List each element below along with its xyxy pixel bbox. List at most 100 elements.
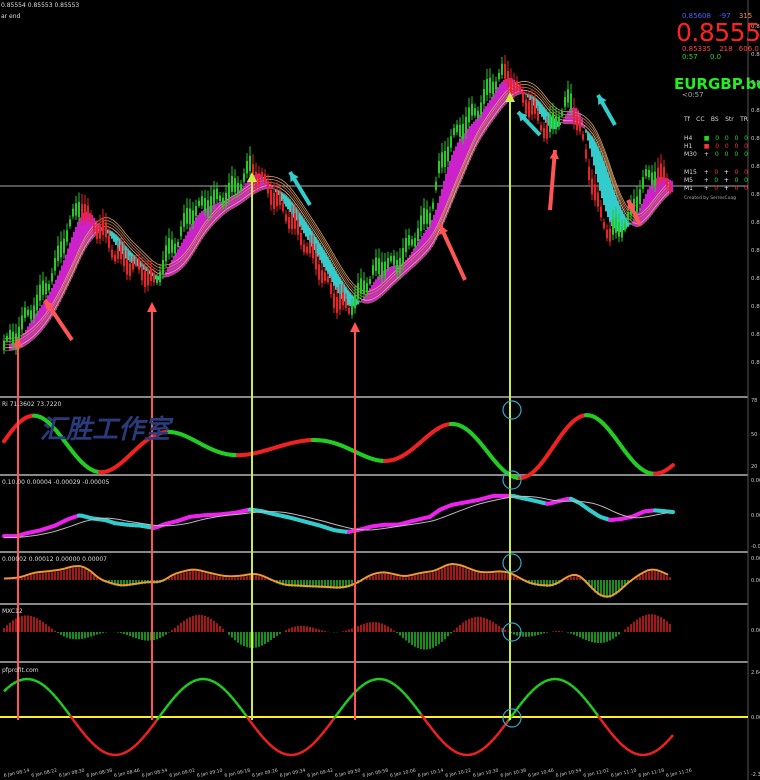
current-price: 0.85553 [676, 18, 760, 47]
profit-line-segment [306, 745, 311, 750]
profit-line-segment [171, 695, 176, 701]
candle-body [546, 124, 548, 139]
time-axis-label: 6 Jan 10:14 [417, 768, 444, 779]
strength-row: M30 +0 0 0 0 [684, 151, 748, 159]
profit-line-segment [519, 700, 524, 706]
candle-body [606, 229, 608, 239]
profit-line-segment [480, 747, 485, 752]
candle-body [240, 183, 242, 191]
candle-body [471, 103, 473, 116]
profit-oscillator [0, 677, 748, 757]
strength-row: M1 +0 +0 0 [684, 185, 748, 193]
candle-body [567, 89, 569, 103]
candle-body [48, 284, 50, 291]
candle-body [528, 101, 530, 118]
candle-body [375, 257, 377, 272]
price-axis-label: 0.8545 [751, 304, 760, 310]
candle-body [507, 71, 509, 87]
candle-body [120, 244, 122, 260]
osc-axis-label: 0.000 [751, 556, 760, 562]
candle-body [354, 294, 356, 309]
buy-arrow-head [549, 150, 560, 160]
time-axis-label: 6 Jan 08:46 [114, 768, 141, 779]
profit-line-segment [129, 746, 134, 751]
profit-line-segment [117, 752, 122, 757]
candle-body [300, 232, 302, 246]
candle-body [357, 283, 359, 299]
profit-line-segment [579, 692, 584, 698]
profit-line-segment [615, 737, 620, 743]
profit-line-segment [252, 724, 257, 730]
candle-body [159, 271, 161, 283]
profit-line-segment [279, 750, 284, 755]
profit-line-segment [42, 683, 47, 689]
profit-line-segment [93, 743, 98, 749]
profit-line-segment [99, 748, 104, 753]
osc-axis-label: 0.00 [751, 715, 760, 721]
candle-body [417, 228, 419, 242]
profit-line-segment [102, 750, 107, 755]
osc3-label: 0.00002 0.00012 0.00000 0.00007 [2, 556, 107, 563]
candle-body [246, 160, 248, 174]
strength-cell: + [703, 169, 709, 176]
strength-row: M5 +0 +0 0 [684, 177, 748, 185]
candle-body [648, 169, 650, 178]
profit-line-segment [162, 707, 167, 713]
profit-line-segment [207, 678, 212, 682]
candle-body [279, 193, 281, 206]
candle-body [645, 169, 647, 177]
profit-line-segment [426, 721, 431, 728]
candle-body [138, 259, 140, 270]
candle-body [333, 293, 335, 308]
profit-line-segment [468, 753, 473, 757]
profit-line-segment [300, 749, 305, 754]
profit-line-segment [87, 737, 92, 743]
candle-body [642, 177, 644, 189]
profit-line-segment [543, 679, 548, 684]
candle-body [399, 257, 401, 274]
profit-line-segment [63, 706, 68, 713]
price-axis-label: 0.8565 [751, 192, 760, 198]
candle-body [30, 310, 32, 320]
candle-body [327, 276, 329, 283]
profit-line-segment [489, 738, 494, 744]
profit-line-segment [573, 686, 578, 692]
time-axis-label: 6 Jan 11:18 [638, 768, 665, 779]
profit-line-segment [453, 749, 458, 754]
candle-body [456, 124, 458, 133]
profit-line-segment [606, 727, 611, 733]
profit-line-segment [411, 701, 416, 708]
candle-body [192, 210, 194, 225]
osc-axis-label: -0.0002 [751, 544, 760, 550]
profit-line-segment [516, 704, 521, 710]
profit-line-segment [180, 686, 185, 692]
candle-body [66, 230, 68, 242]
candle-body [351, 304, 353, 315]
profit-line-segment [528, 690, 533, 696]
profit-line-segment [312, 740, 317, 745]
chart-canvas[interactable]: 汇胜工作室 Ri 71.3602 73.7220 0.10.00 0.00004… [0, 0, 760, 780]
candle-body [405, 237, 407, 253]
profit-line-segment [546, 678, 551, 682]
candle-body [486, 79, 488, 96]
time-axis-label: 6 Jan 09:26 [252, 768, 279, 779]
candle-body [549, 116, 551, 133]
profit-line-segment [105, 751, 110, 756]
profit-line-segment [393, 683, 398, 688]
profit-line-segment [294, 752, 299, 756]
profit-line-segment [477, 749, 482, 754]
candle-body [651, 172, 653, 185]
profit-line-segment [18, 678, 23, 682]
profit-line-segment [564, 680, 569, 685]
candle-body [132, 261, 134, 270]
profit-line-segment [183, 684, 188, 689]
candle-body [21, 315, 23, 330]
profit-line-segment [222, 687, 227, 692]
candle-body [516, 81, 518, 90]
candle-body [144, 271, 146, 287]
price-candles [3, 55, 671, 355]
profit-line-segment [585, 699, 590, 705]
profit-line-segment [33, 678, 38, 683]
indicator-header: ar end [1, 13, 21, 20]
profit-line-segment [108, 752, 113, 756]
